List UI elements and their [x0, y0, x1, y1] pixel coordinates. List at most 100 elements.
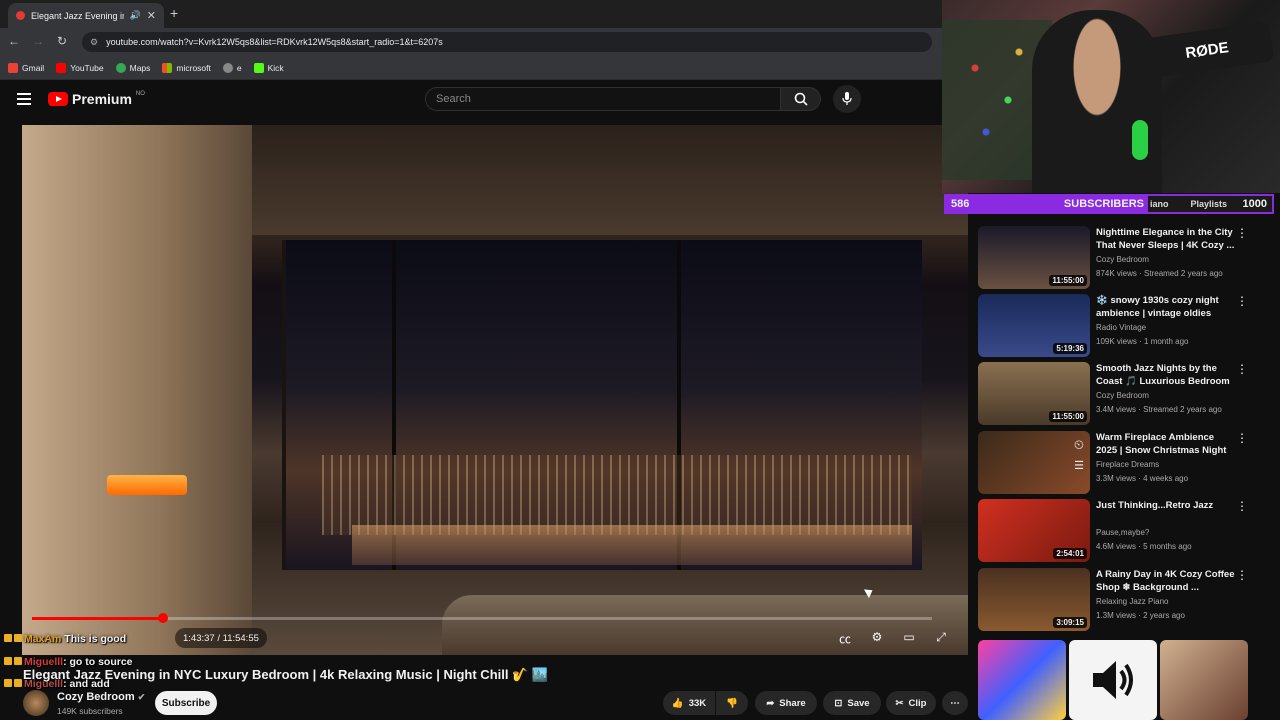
verified-icon: ✔ — [137, 692, 146, 702]
related-video[interactable]: ⏲ ☰ Warm Fireplace Ambience 2025 | Snow … — [978, 431, 1278, 497]
video-thumbnail: ⏲ ☰ — [978, 431, 1090, 494]
bookmark-microsoft[interactable]: microsoft — [162, 62, 211, 73]
video-thumbnail: 5:19:36 — [978, 294, 1090, 357]
theater-mode-icon[interactable]: ▭ — [900, 630, 918, 644]
bookmark-kick[interactable]: Kick — [253, 62, 284, 73]
site-info-icon[interactable]: ⚙ — [90, 37, 98, 48]
kick-icon — [253, 62, 264, 73]
chip-partial[interactable]: iano — [1150, 199, 1169, 209]
share-icon: ➦ — [766, 697, 775, 709]
like-button[interactable]: 👍 33K — [663, 691, 715, 715]
scene-left-wall — [22, 125, 252, 655]
streamer — [1032, 10, 1162, 193]
back-icon[interactable]: ← — [6, 34, 22, 48]
progress-bar[interactable] — [32, 617, 163, 620]
more-options-icon[interactable]: ⋮ — [1236, 294, 1248, 308]
maps-icon — [115, 62, 126, 73]
scene-bridge — [352, 525, 912, 565]
voice-search-button[interactable] — [833, 85, 861, 113]
more-options-icon[interactable]: ⋮ — [1236, 226, 1248, 240]
close-tab-icon[interactable]: ✕ — [147, 9, 156, 22]
speaker-icon — [1093, 661, 1133, 699]
badge-icon — [14, 657, 22, 665]
short-thumbnail[interactable] — [1160, 640, 1248, 720]
thumbs-up-icon: 👍 — [671, 697, 684, 709]
add-to-queue-icon: ☰ — [1074, 460, 1084, 472]
video-thumbnail: 3:09:15 — [978, 568, 1090, 631]
related-video[interactable]: 11:55:00 Smooth Jazz Nights by the Coast… — [978, 362, 1278, 428]
mic-light — [1132, 120, 1148, 160]
youtube-logo-icon — [48, 92, 68, 106]
youtube-icon — [56, 62, 67, 73]
url-field[interactable]: ⚙ youtube.com/watch?v=Kvrk12W5qs8&list=R… — [82, 32, 932, 52]
menu-icon[interactable] — [17, 93, 31, 105]
bookmark-maps[interactable]: Maps — [115, 62, 150, 73]
bookmark-icon: ⊡ — [834, 697, 843, 709]
webcam-overlay: RØDE — [942, 0, 1280, 193]
related-video[interactable]: 3:09:15 A Rainy Day in 4K Cozy Coffee Sh… — [978, 568, 1278, 634]
captions-icon[interactable]: ㏄ — [836, 630, 854, 647]
forward-icon[interactable]: → — [30, 34, 46, 48]
logo-country: NO — [135, 91, 145, 97]
scene-bed — [442, 595, 968, 655]
badge-icon — [4, 657, 12, 665]
clip-button[interactable]: ✂ Clip — [886, 691, 936, 715]
watch-later-icon: ⏲ — [1073, 437, 1084, 452]
chip-playlists[interactable]: Playlists — [1191, 199, 1228, 209]
search-input[interactable]: Search — [425, 87, 781, 111]
tab-title: Elegant Jazz Evening in NYC — [31, 10, 124, 21]
speaker-icon[interactable]: 🔊 — [130, 10, 141, 21]
scrubber-handle[interactable] — [158, 613, 168, 623]
subscriber-count: 149K subscribers — [57, 706, 123, 716]
new-tab-button[interactable]: + — [170, 5, 178, 21]
sub-label: SUBSCRIBERS — [1063, 198, 1144, 210]
sub-count: 586 — [951, 198, 970, 210]
reload-icon[interactable]: ↻ — [54, 34, 70, 48]
more-options-icon[interactable]: ⋮ — [1236, 431, 1248, 445]
url-text: youtube.com/watch?v=Kvrk12W5qs8&list=RDK… — [106, 37, 443, 47]
youtube-favicon-icon — [16, 11, 25, 20]
search-button[interactable] — [781, 87, 821, 111]
scene-skyline — [322, 455, 912, 535]
video-thumbnail: 11:55:00 — [978, 226, 1090, 289]
related-video[interactable]: 11:55:00 Nighttime Elegance in the City … — [978, 226, 1278, 292]
save-button[interactable]: ⊡ Save — [823, 691, 881, 715]
bookmark-e[interactable]: e — [222, 62, 242, 73]
related-video[interactable]: 2:54:01 Just Thinking...Retro Jazz Pause… — [978, 499, 1278, 565]
browser-tab[interactable]: Elegant Jazz Evening in NYC 🔊 ✕ — [8, 3, 164, 28]
bookmark-gmail[interactable]: Gmail — [8, 62, 44, 73]
microsoft-icon — [162, 62, 173, 73]
subscriber-goal-bar: 586 SUBSCRIBERS iano Playlists 1000 — [944, 194, 1274, 214]
fullscreen-icon[interactable]: ⤢ — [932, 630, 950, 645]
badge-icon — [14, 634, 22, 642]
badge-icon — [4, 679, 12, 687]
gmail-icon — [8, 62, 18, 73]
dislike-button[interactable]: 👎 — [716, 691, 748, 715]
rode-microphone: RØDE — [1139, 21, 1275, 79]
share-button[interactable]: ➦ Share — [755, 691, 817, 715]
search-icon — [794, 92, 808, 106]
more-actions-button[interactable]: ⋯ — [942, 691, 968, 715]
youtube-premium-logo[interactable]: Premium NO — [48, 91, 145, 107]
bookmarks-bar: Gmail YouTube Maps microsoft e Kick — [0, 56, 942, 80]
related-video[interactable]: 5:19:36 ❄️ snowy 1930s cozy night ambien… — [978, 294, 1278, 360]
thumbs-down-icon: 👎 — [726, 697, 738, 709]
video-title: Elegant Jazz Evening in NYC Luxury Bedro… — [23, 667, 549, 682]
badge-icon — [4, 634, 12, 642]
logo-text: Premium — [72, 91, 132, 107]
channel-avatar[interactable] — [23, 690, 49, 716]
bookmark-youtube[interactable]: YouTube — [56, 62, 104, 73]
short-thumbnail[interactable] — [978, 640, 1066, 720]
video-player[interactable] — [22, 125, 968, 655]
subscribe-button[interactable]: Subscribe — [155, 691, 217, 715]
scissors-icon: ✂ — [895, 697, 904, 709]
more-options-icon[interactable]: ⋮ — [1236, 568, 1248, 582]
more-options-icon[interactable]: ⋮ — [1236, 499, 1248, 513]
video-thumbnail: 11:55:00 — [978, 362, 1090, 425]
channel-name[interactable]: Cozy Bedroom ✔ — [57, 691, 145, 703]
more-options-icon[interactable]: ⋮ — [1236, 362, 1248, 376]
time-display: 1:43:37 / 11:54:55 — [175, 628, 267, 648]
badge-icon — [14, 679, 22, 687]
short-thumbnail[interactable] — [1069, 640, 1157, 720]
settings-icon[interactable]: ⚙ — [868, 630, 886, 644]
